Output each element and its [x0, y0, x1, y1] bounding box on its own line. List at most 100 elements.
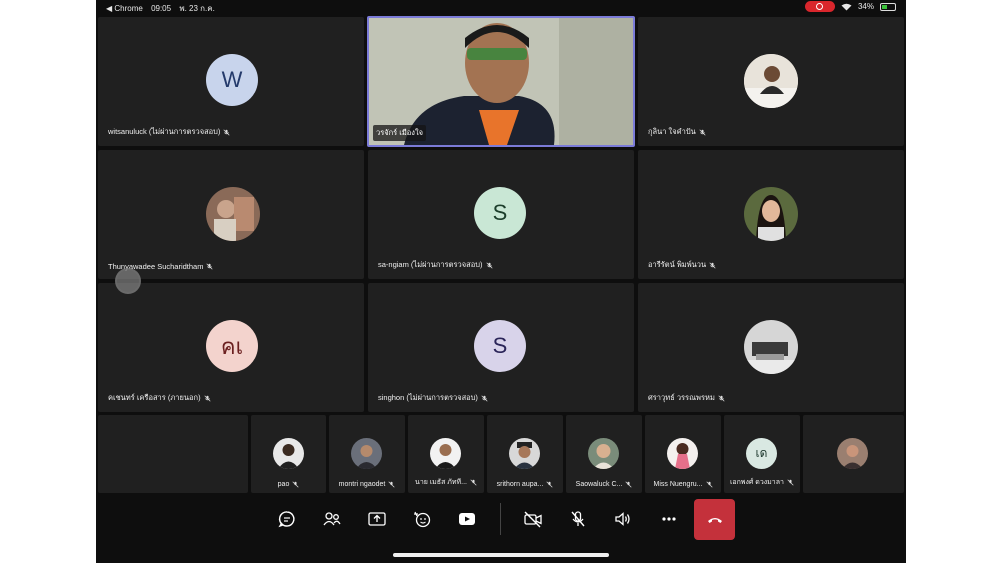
mic-muted-icon — [470, 479, 477, 486]
participant-name: sa-ngiam (ไม่ผ่านการตรวจสอบ) — [378, 259, 493, 271]
participant-tile-small[interactable]: pao — [251, 415, 326, 493]
mic-muted-icon — [546, 481, 553, 488]
mic-muted-icon — [204, 394, 211, 402]
participant-name: คเชนทร์ เครือสาร (ภายนอก) — [108, 392, 211, 404]
participant-tile[interactable]: คเ คเชนทร์ เครือสาร (ภายนอก) — [98, 283, 364, 412]
participant-photo — [509, 438, 540, 469]
participant-tile[interactable]: W witsanuluck (ไม่ผ่านการตรวจสอบ) — [98, 17, 364, 146]
home-indicator[interactable] — [393, 553, 609, 557]
participant-avatar — [430, 438, 461, 469]
participant-tile[interactable]: Thunyawadee Sucharidtham — [98, 150, 364, 279]
participant-avatar — [837, 438, 868, 469]
chat-button[interactable] — [274, 507, 300, 531]
video-app-button[interactable] — [454, 507, 480, 531]
empty-tile — [98, 415, 248, 493]
end-call-icon — [707, 517, 722, 523]
mic-muted-icon — [206, 263, 214, 270]
participant-tile-small[interactable]: เด เอกพงศ์ ดวงมาลา — [724, 415, 800, 493]
participant-photo — [351, 438, 382, 469]
participant-name: witsanuluck (ไม่ผ่านการตรวจสอบ) — [108, 126, 230, 138]
participant-tile[interactable]: S singhon (ไม่ผ่านการตรวจสอบ) — [368, 283, 634, 412]
participant-avatar — [351, 438, 382, 469]
participant-tile-small[interactable]: srithorn aupa... — [487, 415, 563, 493]
meeting-screen: ◀ Chrome 09:05 พ. 23 ก.ค. 34% W witsanul… — [96, 0, 906, 563]
back-to-app-link[interactable]: ◀ Chrome — [106, 4, 143, 13]
participant-tile[interactable]: S sa-ngiam (ไม่ผ่านการตรวจสอบ) — [368, 150, 634, 279]
participant-photo — [588, 438, 619, 469]
mic-muted-icon — [625, 481, 632, 488]
participant-avatar — [273, 438, 304, 469]
participant-photo — [744, 320, 798, 374]
battery-percent: 34% — [857, 2, 874, 11]
mic-muted-icon — [718, 394, 725, 402]
participant-photo — [206, 187, 260, 241]
camera-toggle-button[interactable] — [520, 507, 546, 531]
people-button[interactable] — [319, 507, 345, 531]
chat-icon — [278, 511, 295, 528]
mic-muted-icon — [223, 128, 230, 136]
mic-muted-icon — [787, 479, 794, 486]
participant-avatar — [744, 187, 798, 241]
participant-tile-active-speaker[interactable]: วรจักร์ เมืองใจ — [367, 16, 635, 147]
participant-avatar — [588, 438, 619, 469]
participant-name: srithorn aupa... — [487, 481, 563, 488]
people-icon — [323, 512, 341, 526]
participant-name: ศราวุทธ์ วรรณพรหม — [648, 392, 725, 404]
participant-name: วรจักร์ เมืองใจ — [373, 125, 427, 141]
participant-avatar: คเ — [206, 320, 258, 372]
speaker-button[interactable] — [610, 507, 636, 531]
participant-tile-small[interactable]: montri ngaodet — [329, 415, 405, 493]
participant-tile-small[interactable]: Saowaluck C... — [566, 415, 642, 493]
participant-avatar: W — [206, 54, 258, 106]
participant-avatar: S — [474, 320, 526, 372]
participant-name: Miss Nuengru... — [645, 481, 721, 488]
reactions-icon — [414, 511, 431, 528]
participant-tile[interactable]: อารีรัตน์ พิมพ์นวน — [638, 150, 904, 279]
clock-time: 09:05 — [151, 4, 172, 13]
mic-muted-icon — [292, 481, 299, 488]
participant-tile-small[interactable] — [803, 415, 904, 493]
participant-tile-small[interactable]: นาย เมธัส ภัทที... — [408, 415, 484, 493]
participant-photo — [744, 54, 798, 108]
participant-photo — [430, 438, 461, 469]
participant-photo — [744, 187, 798, 241]
participant-tile[interactable]: ศราวุทธ์ วรรณพรหม — [638, 283, 904, 412]
reactions-button[interactable] — [409, 507, 435, 531]
share-screen-button[interactable] — [364, 507, 390, 531]
mic-muted-icon — [705, 481, 713, 488]
participant-avatar: S — [474, 187, 526, 239]
participant-photo — [837, 438, 868, 469]
toolbar-divider — [500, 503, 501, 535]
more-options-button[interactable] — [656, 507, 682, 531]
battery-icon — [880, 2, 896, 11]
participant-avatar: เด — [746, 438, 777, 469]
mic-muted-icon — [709, 261, 716, 269]
participant-name: montri ngaodet — [329, 481, 405, 488]
mic-muted-icon — [388, 481, 395, 488]
touch-indicator — [115, 268, 141, 294]
participant-name: อารีรัตน์ พิมพ์นวน — [648, 259, 716, 271]
participant-name: Saowaluck C... — [566, 481, 642, 488]
participant-avatar — [744, 320, 798, 374]
mic-off-icon — [571, 511, 585, 527]
participant-tile-small[interactable]: Miss Nuengru... — [645, 415, 721, 493]
share-screen-icon — [368, 512, 386, 526]
participant-avatar — [667, 438, 698, 469]
camera-off-icon — [524, 511, 542, 528]
end-call-button[interactable] — [694, 499, 735, 540]
participant-tile[interactable]: กุลินา ใจคำปัน — [638, 17, 904, 146]
wifi-icon — [841, 3, 852, 10]
more-icon — [662, 517, 676, 521]
participant-photo — [667, 438, 698, 469]
participant-name: singhon (ไม่ผ่านการตรวจสอบ) — [378, 392, 488, 404]
recording-indicator — [804, 1, 835, 12]
meeting-toolbar — [96, 497, 906, 543]
speaker-icon — [615, 512, 630, 526]
mic-muted-icon — [481, 394, 488, 402]
participant-name: เอกพงศ์ ดวงมาลา — [724, 477, 800, 488]
mic-toggle-button[interactable] — [565, 507, 591, 531]
participant-avatar — [206, 187, 260, 241]
participant-avatar — [509, 438, 540, 469]
mic-muted-icon — [485, 261, 493, 269]
participant-name: pao — [251, 481, 326, 488]
